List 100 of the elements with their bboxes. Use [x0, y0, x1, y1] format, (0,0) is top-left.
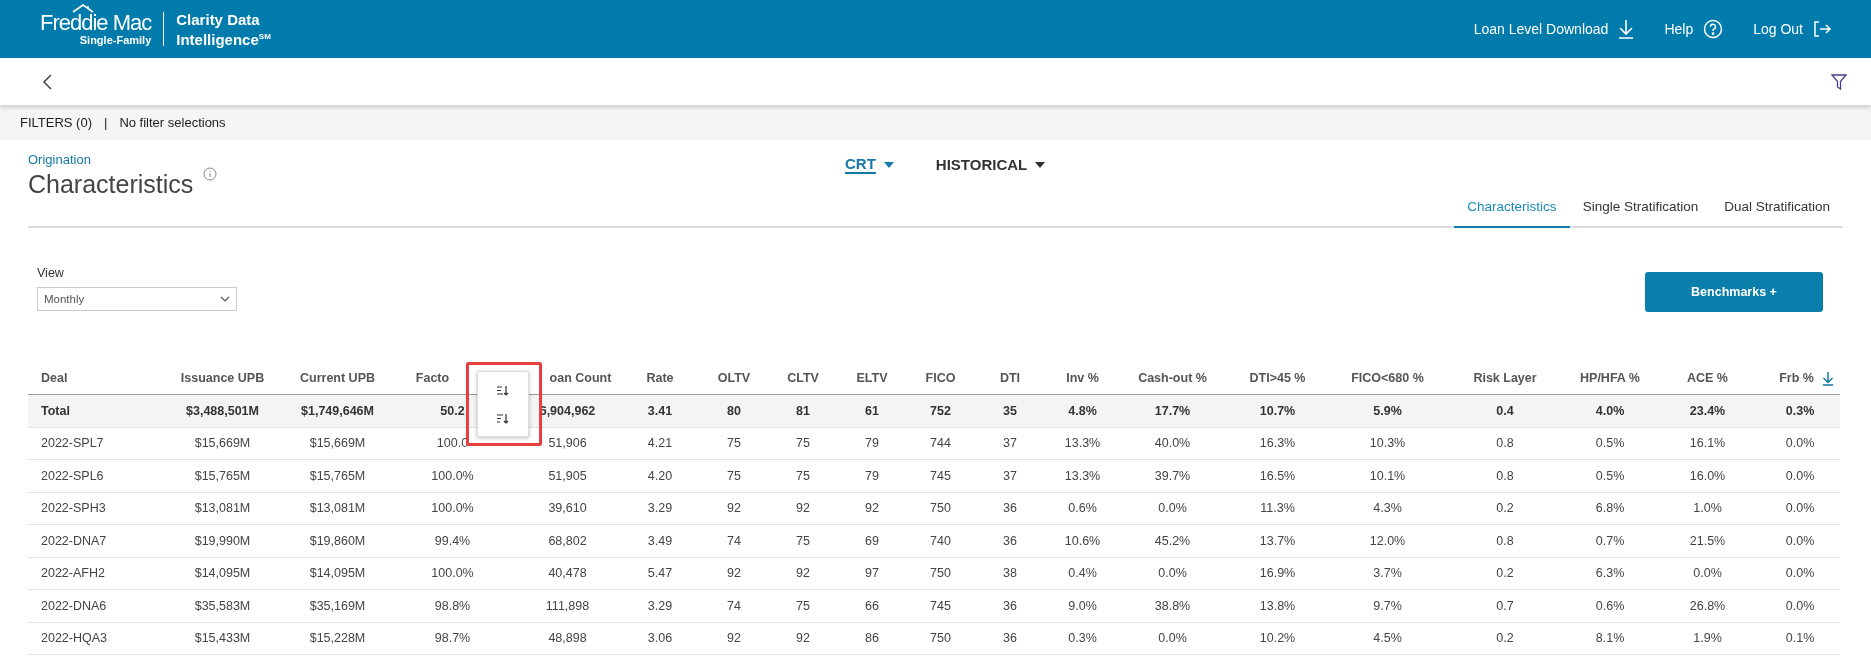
- header-link[interactable]: Loan Level Download: [1473, 19, 1635, 39]
- table-cell-text: 1.0%: [1692, 501, 1723, 516]
- table-cell-text: 92: [795, 631, 811, 646]
- table-cell-text: 51,906: [547, 436, 588, 451]
- deal-name: 2022-DNA6: [40, 598, 108, 613]
- table-cell-text: 21.5%: [1688, 533, 1727, 548]
- page-title: Characteristics: [28, 170, 194, 199]
- table-cell-text: $13,081M: [193, 501, 252, 516]
- table-cell-text: 16.9%: [1258, 566, 1297, 581]
- deal-name: 2022-DNA7: [40, 533, 108, 548]
- filter-button[interactable]: [1829, 71, 1849, 92]
- table-cell-text: 740: [929, 533, 952, 548]
- table-cell-text: 0.2: [1495, 501, 1515, 516]
- table-cell-text: 23.4%: [1688, 403, 1727, 418]
- product-name: Clarity Data: [176, 10, 261, 28]
- table-cell-text: 79: [864, 468, 880, 483]
- table-cell-text: 10.7%: [1258, 403, 1297, 418]
- table-cell-text: 752: [929, 403, 952, 418]
- back-button[interactable]: [40, 71, 54, 92]
- dropdown-button[interactable]: HISTORICAL: [935, 155, 1046, 176]
- table-cell-text: 0.6%: [1067, 501, 1098, 516]
- table-cell-text: 0.1%: [1784, 631, 1816, 646]
- table-cell-text: 38: [1002, 566, 1018, 581]
- download-icon[interactable]: [1821, 370, 1834, 386]
- table-cell-text: 0.7%: [1594, 533, 1626, 548]
- column-header[interactable]: CLTV: [768, 371, 838, 385]
- caret-icon: [1035, 161, 1046, 168]
- table-cell-text: 75: [795, 468, 811, 483]
- table-cell-text: 6,904,962: [538, 403, 597, 418]
- table-cell-text: 51,905: [547, 468, 588, 483]
- column-header[interactable]: Deal: [28, 371, 160, 385]
- tab[interactable]: Dual Stratification: [1711, 199, 1843, 228]
- back-icon: [42, 73, 52, 90]
- table-cell-text: 92: [726, 566, 742, 581]
- table-cell-text: 0.5%: [1594, 436, 1626, 451]
- table-cell-text: $19,990M: [193, 533, 252, 548]
- table-cell-text: 61: [864, 403, 880, 418]
- column-header[interactable]: Frb %: [1766, 371, 1814, 385]
- table-cell-text: 750: [929, 566, 952, 581]
- table-cell-text: 745: [929, 598, 952, 613]
- table-cell-text: 3.29: [646, 598, 674, 613]
- tab[interactable]: Characteristics: [1454, 199, 1570, 228]
- table-cell-text: 16.3%: [1258, 436, 1297, 451]
- column-header[interactable]: DTI: [975, 371, 1045, 385]
- header-link[interactable]: Help: [1664, 19, 1724, 39]
- benchmarks-button[interactable]: Benchmarks +: [1645, 272, 1823, 312]
- header-link[interactable]: Log Out: [1753, 20, 1831, 38]
- table-cell-text: 98.7%: [433, 631, 472, 646]
- table-cell-text: 0.4%: [1067, 566, 1098, 581]
- logout-icon: [1813, 20, 1831, 38]
- table-cell-text: 3.49: [646, 533, 674, 548]
- table-cell-text: 4.20: [646, 468, 674, 483]
- sort-ascending-icon: [497, 384, 509, 396]
- column-header[interactable]: OLTV: [700, 371, 768, 385]
- table-cell-text: 38.8%: [1153, 598, 1192, 613]
- table-cell-text: 86: [864, 631, 880, 646]
- table-cell-text: 0.8: [1495, 436, 1515, 451]
- deal-name: 2022-SPL6: [40, 468, 105, 483]
- column-header[interactable]: ACE %: [1655, 371, 1760, 385]
- sort-descending-icon: [497, 412, 509, 424]
- table-cell-text: 0.7: [1495, 598, 1515, 613]
- table-cell-text: 81: [795, 403, 811, 418]
- table-cell-text: 75: [795, 436, 811, 451]
- table-cell-text: 10.1%: [1368, 468, 1407, 483]
- table-cell-text: 9.7%: [1372, 598, 1403, 613]
- column-header[interactable]: ELTV: [838, 371, 906, 385]
- table-cell-text: 0.0%: [1157, 631, 1188, 646]
- column-header[interactable]: Issuance UPB: [160, 371, 285, 385]
- table-cell-text: 750: [929, 501, 952, 516]
- table-cell-text: 74: [726, 598, 742, 613]
- filters-status: No filter selections: [119, 115, 226, 130]
- view-select[interactable]: Monthly: [37, 287, 237, 311]
- column-header[interactable]: FICO: [906, 371, 975, 385]
- column-header[interactable]: Current UPB: [285, 371, 390, 385]
- table-cell-text: 48,898: [547, 631, 588, 646]
- column-header[interactable]: Rate: [620, 371, 700, 385]
- tab[interactable]: Single Stratification: [1569, 199, 1712, 228]
- dropdown-button[interactable]: CRT: [845, 155, 894, 176]
- table-cell-text: 4.8%: [1067, 403, 1098, 418]
- total-label: Total: [40, 403, 71, 418]
- table-cell-text: 0.0%: [1784, 598, 1816, 613]
- table-cell-text: 92: [726, 631, 742, 646]
- table-cell-text: 97: [864, 566, 880, 581]
- column-header[interactable]: DTI>45 %: [1225, 371, 1330, 385]
- table-cell-text: 36: [1002, 631, 1018, 646]
- column-header[interactable]: Cash-out %: [1120, 371, 1225, 385]
- table-cell-text: 36: [1002, 501, 1018, 516]
- table-cell-text: $14,095M: [193, 566, 252, 581]
- column-header[interactable]: FICO<680 %: [1330, 371, 1445, 385]
- section-label: Origination: [28, 152, 92, 167]
- column-header[interactable]: HP/HFA %: [1565, 371, 1655, 385]
- table-cell-text: $15,669M: [193, 436, 252, 451]
- table-cell-text: 10.3%: [1368, 436, 1407, 451]
- table-cell-text: 1.9%: [1692, 631, 1723, 646]
- info-icon[interactable]: [203, 167, 218, 181]
- column-header[interactable]: Risk Layer: [1445, 371, 1565, 385]
- table-cell-text: 100.0%: [430, 566, 475, 581]
- table-cell-text: 92: [795, 566, 811, 581]
- table-cell-text: $14,095M: [308, 566, 367, 581]
- column-header[interactable]: Inv %: [1045, 371, 1120, 385]
